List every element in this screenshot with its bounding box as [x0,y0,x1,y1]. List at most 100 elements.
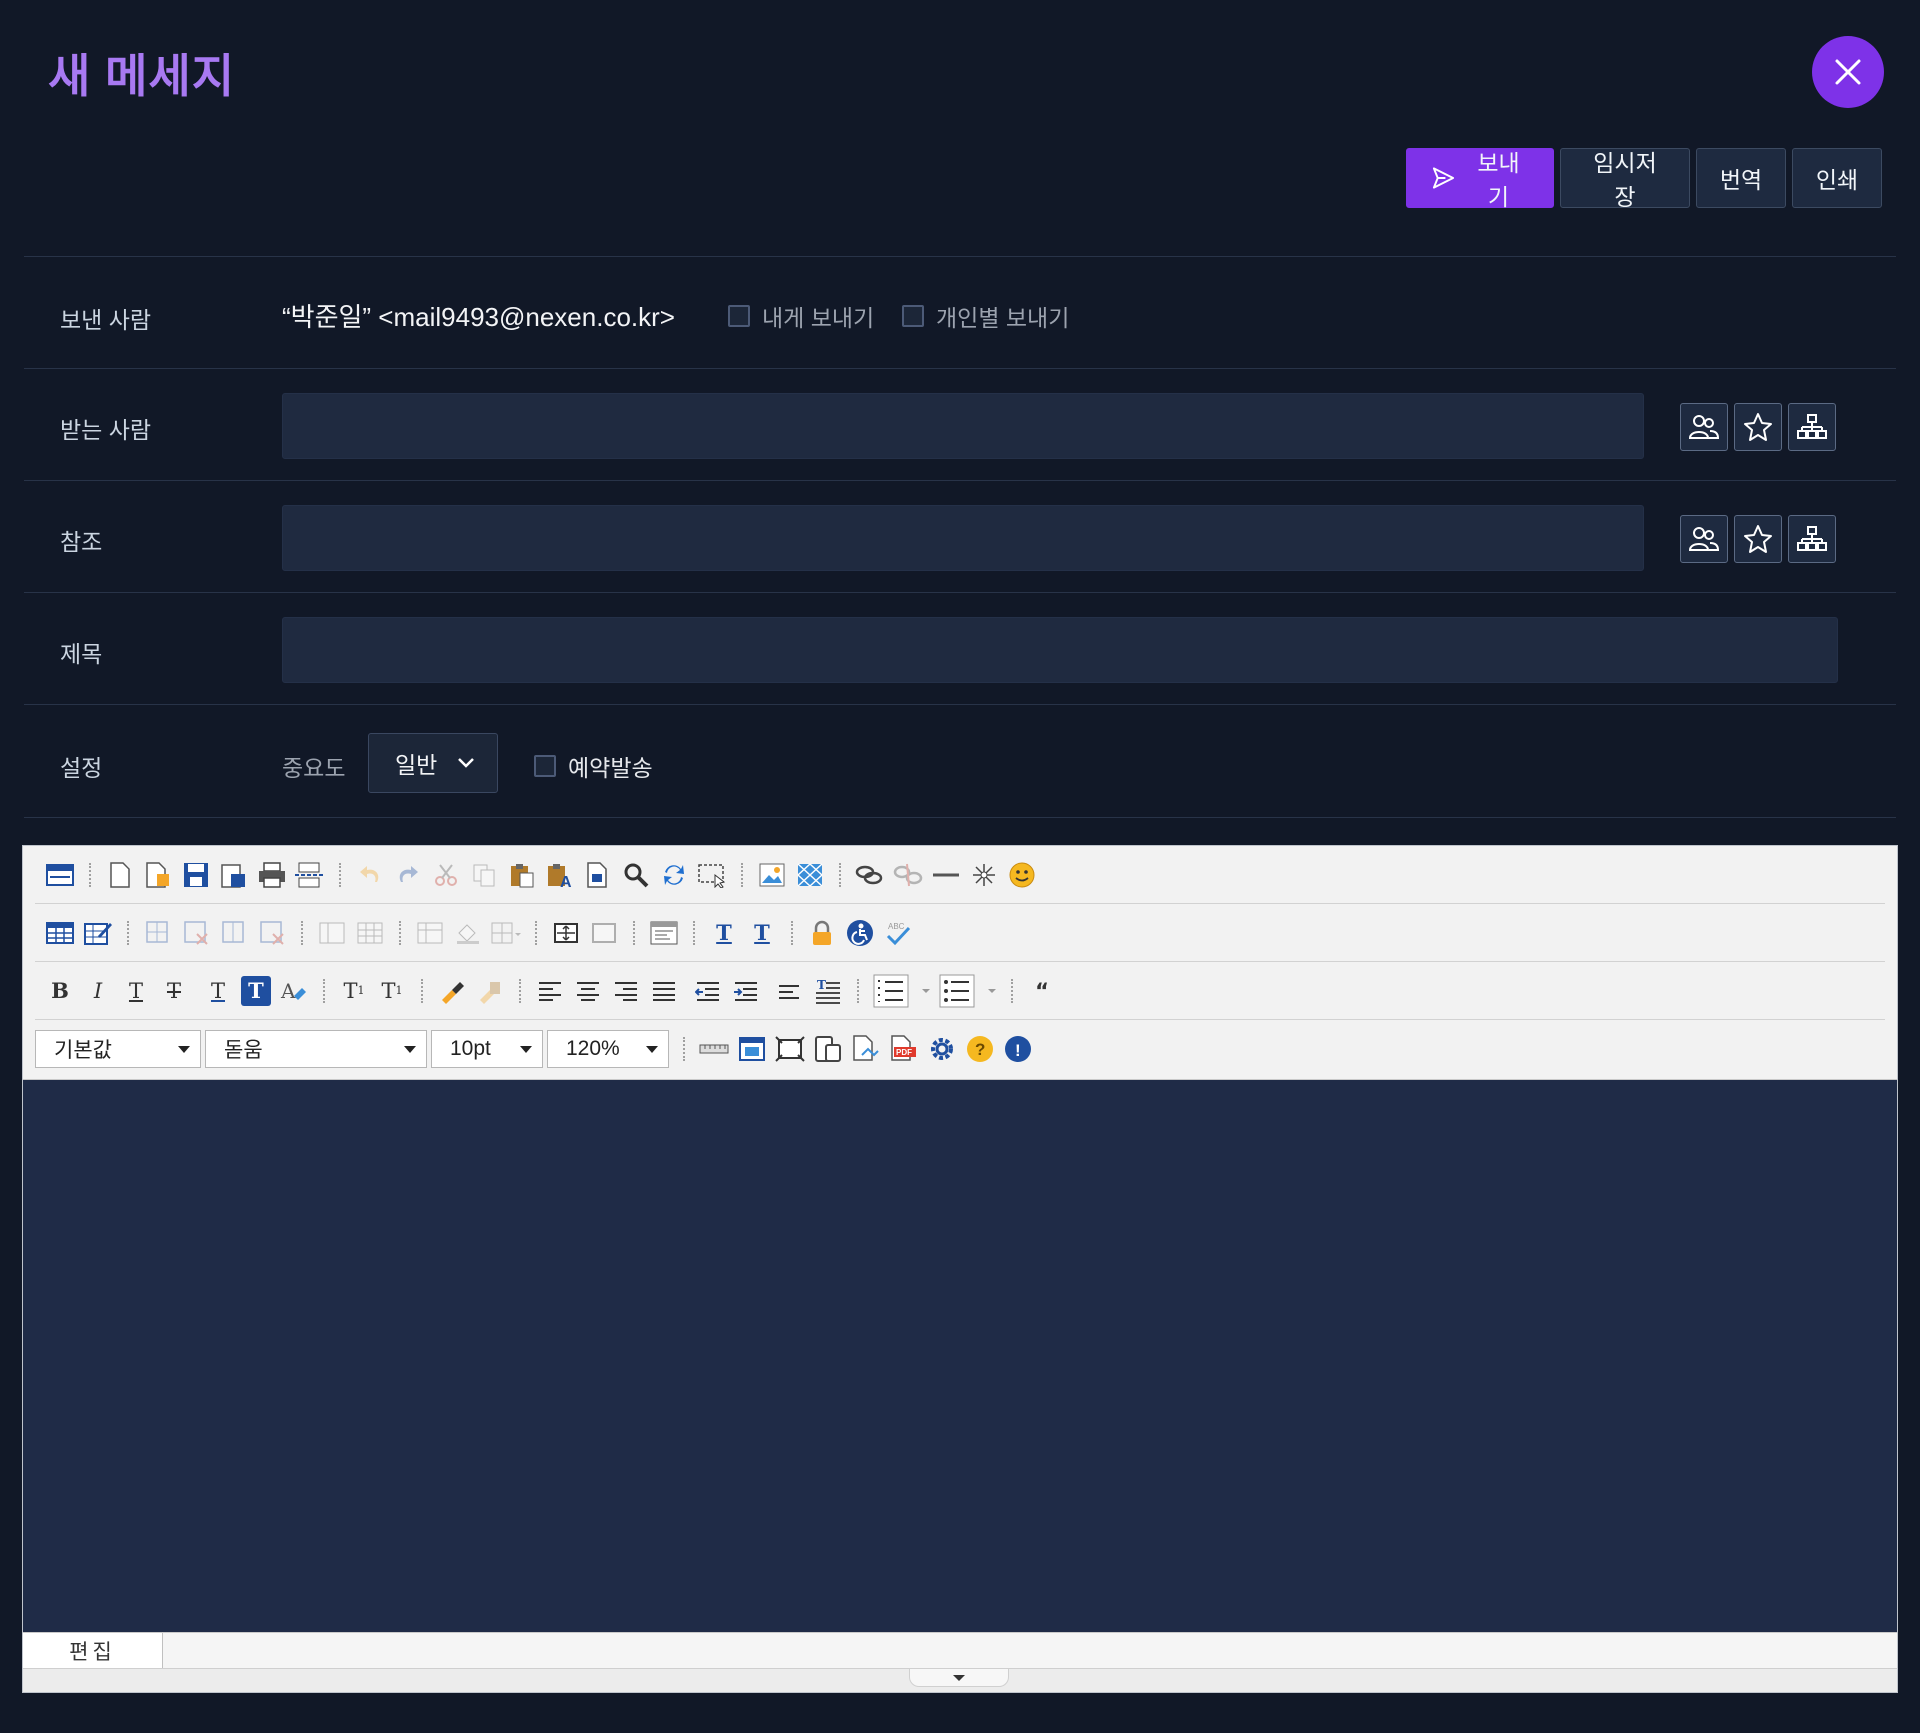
cc-address-book-button[interactable] [1680,515,1728,563]
unlink-icon[interactable] [893,860,923,890]
horizontal-line-icon[interactable] [931,860,961,890]
align-left-icon[interactable] [535,976,565,1006]
italic-icon[interactable]: I [83,976,113,1006]
cc-input[interactable] [282,505,1644,571]
help-icon[interactable]: ? [965,1034,995,1064]
align-justify-icon[interactable] [649,976,679,1006]
table-edit-icon[interactable] [83,918,113,948]
org-chart-button[interactable] [1788,403,1836,451]
font-select[interactable]: 돋움 [205,1030,427,1068]
save-icon[interactable] [181,860,211,890]
redo-icon[interactable] [393,860,423,890]
editor-resize-bar[interactable] [23,1668,1897,1692]
close-button[interactable] [1812,36,1884,108]
settings-gear-icon[interactable] [927,1034,957,1064]
bold-icon[interactable]: B [45,976,75,1006]
menu-icon[interactable] [45,860,75,890]
format-paste-icon[interactable] [475,976,505,1006]
draft-button[interactable]: 임시저장 [1560,148,1690,210]
spell-check-icon[interactable]: ABC [883,918,913,948]
subject-input[interactable] [282,617,1838,683]
font-color-icon[interactable]: T [203,976,233,1006]
insert-column-icon[interactable] [219,918,249,948]
replace-icon[interactable] [659,860,689,890]
blockquote-icon[interactable]: “ [1027,976,1057,1006]
page-break-icon[interactable] [295,860,325,890]
cc-favorites-button[interactable] [1734,515,1782,563]
select-all-icon[interactable] [697,860,727,890]
ruler-icon[interactable] [699,1034,729,1064]
clear-format-icon[interactable]: A [279,976,309,1006]
cc-org-chart-button[interactable] [1788,515,1836,563]
pdf-icon[interactable]: PDF [889,1034,919,1064]
fullscreen-icon[interactable] [775,1034,805,1064]
resize-handle[interactable] [909,1669,1009,1687]
recipient-input[interactable] [282,393,1644,459]
lock-icon[interactable] [807,918,837,948]
background-image-icon[interactable] [795,860,825,890]
special-char-icon[interactable] [969,860,999,890]
open-file-icon[interactable] [143,860,173,890]
superscript-icon[interactable]: T1 [377,976,407,1006]
indent-icon[interactable] [731,976,761,1006]
priority-select[interactable]: 일반 [368,733,498,793]
hyperlink-icon[interactable] [855,860,885,890]
paste-text-icon[interactable]: A [545,860,575,890]
subscript-icon[interactable]: T1 [339,976,369,1006]
send-individually-option[interactable]: 개인별 보내기 [902,299,1069,333]
style-select[interactable]: 기본값 [35,1030,201,1068]
new-document-icon[interactable] [105,860,135,890]
underline-icon[interactable]: T [121,976,151,1006]
text-up-icon[interactable]: T [709,918,739,948]
outdent-icon[interactable] [693,976,723,1006]
info-icon[interactable]: ! [1003,1034,1033,1064]
cell-border-icon[interactable] [491,918,521,948]
scheduled-send-option[interactable]: 예약발송 [534,749,653,783]
editor-content-area[interactable] [23,1080,1897,1632]
strikethrough-icon[interactable]: T [159,976,189,1006]
print-button[interactable]: 인쇄 [1792,148,1882,208]
delete-column-icon[interactable] [257,918,287,948]
delete-row-icon[interactable] [181,918,211,948]
paragraph-spacing-icon[interactable]: T [813,976,843,1006]
unordered-list-dropdown[interactable] [987,976,997,1006]
merge-cells-icon[interactable] [317,918,347,948]
align-right-icon[interactable] [611,976,641,1006]
format-painter-icon[interactable] [437,976,467,1006]
ordered-list-icon[interactable] [873,974,913,1007]
highlight-icon[interactable]: T [241,975,271,1006]
find-icon[interactable] [621,860,651,890]
source-view-icon[interactable] [851,1034,881,1064]
image-icon[interactable] [757,860,787,890]
align-center-icon[interactable] [573,976,603,1006]
layer-icon[interactable] [551,918,581,948]
font-size-select[interactable]: 10pt [431,1030,543,1068]
address-book-button[interactable] [1680,403,1728,451]
undo-icon[interactable] [355,860,385,890]
template-icon[interactable] [649,918,679,948]
send-to-me-checkbox[interactable] [728,305,750,327]
cell-properties-icon[interactable] [415,918,445,948]
insert-row-icon[interactable] [143,918,173,948]
mobile-preview-icon[interactable] [813,1034,843,1064]
line-spacing-icon[interactable] [775,976,805,1006]
emoticon-icon[interactable] [1007,860,1037,890]
tab-edit[interactable]: 편집 [23,1633,163,1669]
print-icon[interactable] [257,860,287,890]
cut-icon[interactable] [431,860,461,890]
paste-word-icon[interactable] [583,860,613,890]
line-height-select[interactable]: 120% [547,1030,669,1068]
layer-edit-icon[interactable] [589,918,619,948]
send-individually-checkbox[interactable] [902,305,924,327]
send-button[interactable]: 보내기 [1406,148,1554,210]
ordered-list-dropdown[interactable] [921,976,931,1006]
copy-icon[interactable] [469,860,499,890]
paste-icon[interactable] [507,860,537,890]
save-as-icon[interactable] [219,860,249,890]
translate-button[interactable]: 번역 [1696,148,1786,208]
accessibility-icon[interactable] [845,918,875,948]
cell-color-icon[interactable] [453,918,483,948]
split-cells-icon[interactable] [355,918,385,948]
full-window-icon[interactable] [737,1034,767,1064]
scheduled-send-checkbox[interactable] [534,755,556,777]
